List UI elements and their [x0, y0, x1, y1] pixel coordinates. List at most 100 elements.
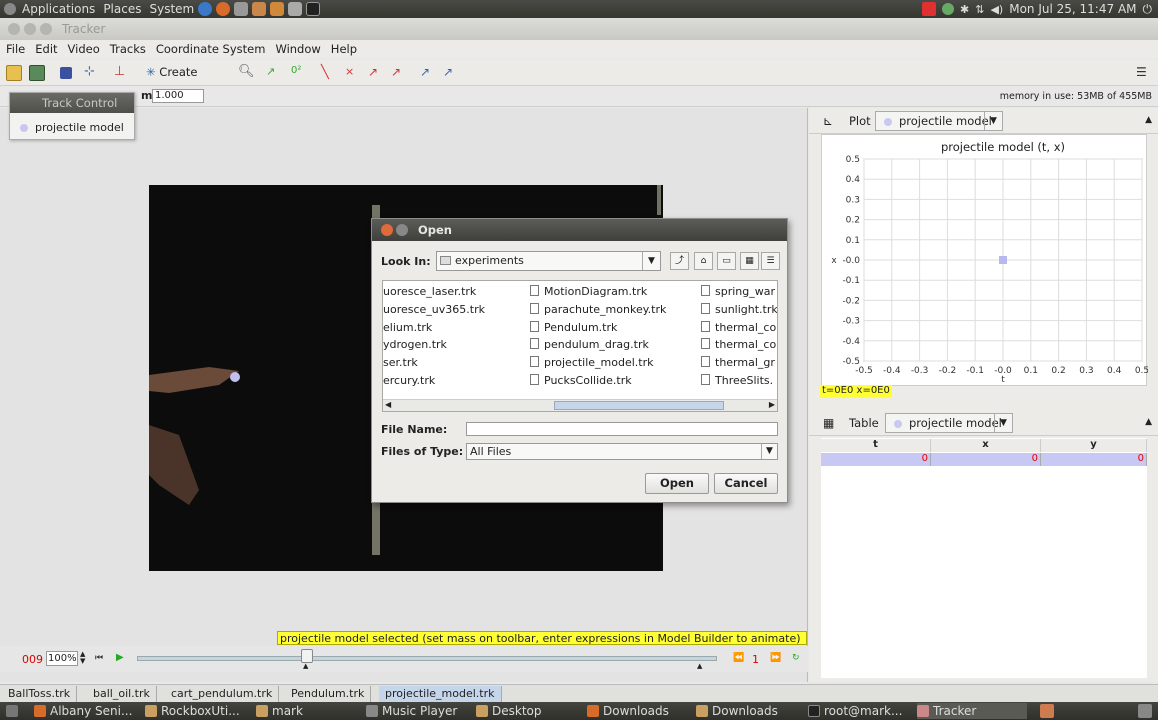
volume-icon[interactable]: ◀) — [990, 3, 1003, 16]
file-item[interactable]: pendulum_drag.trk — [530, 338, 666, 356]
velocity-icon[interactable]: ↗ — [368, 65, 384, 81]
slider-thumb[interactable] — [301, 649, 313, 663]
step-back-icon[interactable]: ⏪ — [733, 653, 744, 663]
chevron-down-icon[interactable]: ▼ — [761, 444, 777, 459]
collapse-table-icon[interactable]: ▲ — [1145, 417, 1152, 427]
files-of-type-combo[interactable]: All Files ▼ — [466, 443, 778, 460]
screenshot-launcher-icon[interactable] — [234, 2, 249, 16]
chevron-down-icon[interactable]: ▼ — [642, 252, 660, 270]
trash-icon[interactable] — [1138, 704, 1152, 718]
file-item[interactable]: uoresce_uv365.trk — [383, 303, 485, 321]
xvelocity-icon[interactable]: ↗ — [420, 65, 436, 81]
table-column-header[interactable]: x — [931, 439, 1041, 452]
show-desktop-icon[interactable] — [6, 705, 18, 717]
editor-launcher-icon[interactable] — [252, 2, 267, 16]
menu-window[interactable]: Window — [275, 42, 320, 56]
plot-icon[interactable]: ⊾ — [823, 114, 833, 128]
scroll-right-icon[interactable]: ▶ — [769, 400, 775, 409]
file-tab-active[interactable]: projectile_model.trk — [379, 686, 502, 702]
file-item[interactable]: elium.trk — [383, 321, 485, 339]
zoom-icon[interactable]: 🔍︎ — [238, 65, 255, 81]
places-menu[interactable]: Places — [103, 2, 141, 16]
open-button[interactable]: Open — [645, 473, 709, 494]
applications-menu[interactable]: Applications — [22, 2, 95, 16]
frame-number[interactable]: 009 — [22, 653, 43, 666]
scroll-left-icon[interactable]: ◀ — [385, 400, 391, 409]
step-forward-icon[interactable]: ⏩ — [770, 653, 781, 663]
list-view-icon[interactable]: ▦ — [740, 252, 759, 270]
taskbar-item[interactable]: Music Player — [366, 703, 457, 719]
file-item[interactable]: spring_war — [701, 285, 777, 303]
create-button[interactable]: ✳ Create — [146, 65, 198, 79]
bluetooth-icon[interactable]: ✱ — [960, 3, 969, 16]
calibration-icon[interactable]: ⊥ — [114, 65, 130, 81]
table-column-header[interactable]: t — [821, 439, 931, 452]
dialog-minimize-icon[interactable] — [396, 224, 408, 236]
file-item[interactable]: uoresce_laser.trk — [383, 285, 485, 303]
save-icon[interactable] — [29, 65, 45, 81]
image-viewer-launcher-icon[interactable] — [270, 2, 285, 16]
step-size[interactable]: 1 — [752, 653, 759, 666]
data-table[interactable]: t x y 0 0 0 — [821, 438, 1147, 678]
file-tab[interactable]: Pendulum.trk — [285, 686, 372, 702]
zoom-spinner-icon[interactable]: ▲ ▼ — [80, 651, 85, 665]
chevron-down-icon[interactable]: ▼ — [994, 414, 1012, 432]
file-item[interactable]: MotionDiagram.trk — [530, 285, 666, 303]
details-view-icon[interactable]: ☰ — [761, 252, 780, 270]
record-indicator-icon[interactable] — [922, 2, 937, 16]
file-tab[interactable]: cart_pendulum.trk — [165, 686, 280, 702]
trail-icon[interactable]: ↗ — [266, 65, 282, 81]
scrollbar-thumb[interactable] — [554, 401, 724, 410]
momentum-icon[interactable]: ↗ — [443, 65, 459, 81]
taskbar-item[interactable]: Downloads — [587, 703, 669, 719]
file-item[interactable]: PucksCollide.trk — [530, 373, 666, 392]
help-launcher-icon[interactable] — [198, 2, 213, 16]
chat-icon[interactable] — [942, 3, 955, 15]
labels-icon[interactable]: 0² — [291, 65, 307, 81]
menu-help[interactable]: Help — [331, 42, 357, 56]
new-folder-icon[interactable]: ▭ — [717, 252, 736, 270]
workspace-switcher-icon[interactable] — [1040, 704, 1054, 718]
cancel-button[interactable]: Cancel — [714, 473, 778, 494]
collapse-plot-icon[interactable]: ▲ — [1145, 115, 1152, 125]
network-icon[interactable]: ⇅ — [975, 3, 984, 16]
file-item[interactable]: ser.trk — [383, 356, 485, 374]
track-control-item[interactable]: projectile model — [20, 121, 124, 134]
file-item[interactable]: ThreeSlits. — [701, 373, 777, 392]
window-title-bar[interactable]: Tracker — [0, 18, 1158, 40]
taskbar-item[interactable]: Albany Seni... — [34, 703, 132, 719]
plot-label[interactable]: Plot — [849, 114, 871, 128]
taskbar-item[interactable]: RockboxUti... — [145, 703, 240, 719]
file-item[interactable]: thermal_gr — [701, 356, 777, 374]
chevron-down-icon[interactable]: ▼ — [984, 112, 1002, 130]
start-marker-icon[interactable]: ▲ — [303, 662, 308, 670]
rewind-icon[interactable]: ⏮ — [95, 653, 103, 663]
taskbar-item[interactable]: Desktop — [476, 703, 542, 719]
clip-settings-icon[interactable] — [60, 67, 72, 79]
file-item[interactable]: Pendulum.trk — [530, 320, 666, 339]
dialog-close-icon[interactable] — [381, 224, 393, 236]
taskbar-item-active[interactable]: Tracker — [917, 703, 1027, 719]
menu-tracks[interactable]: Tracks — [110, 42, 146, 56]
menu-coordinate-system[interactable]: Coordinate System — [156, 42, 266, 56]
minimize-window-icon[interactable] — [24, 23, 36, 35]
file-item[interactable]: ercury.trk — [383, 374, 485, 392]
loop-icon[interactable]: ↻ — [792, 653, 800, 663]
file-list[interactable]: uoresce_laser.trk uoresce_uv365.trk eliu… — [382, 280, 778, 412]
stretch-icon[interactable]: ╲ — [321, 65, 337, 81]
taskbar-item[interactable]: root@mark... — [808, 703, 902, 719]
file-item[interactable]: thermal_co — [701, 338, 777, 356]
table-icon[interactable]: ▦ — [823, 416, 834, 430]
up-folder-icon[interactable]: ⤴ — [670, 252, 689, 270]
system-menu[interactable]: System — [149, 2, 194, 16]
file-tab[interactable]: ball_oil.trk — [87, 686, 157, 702]
table-cell[interactable]: 0 — [1041, 453, 1147, 466]
file-item[interactable]: projectile_model.trk — [530, 356, 666, 374]
tracked-point[interactable] — [230, 372, 240, 382]
open-folder-icon[interactable] — [6, 65, 22, 81]
menu-video[interactable]: Video — [68, 42, 100, 56]
ubuntu-logo-icon[interactable] — [4, 3, 16, 15]
xmass-icon[interactable]: × — [345, 65, 361, 81]
close-window-icon[interactable] — [8, 23, 20, 35]
terminal-launcher-icon[interactable] — [306, 2, 321, 16]
